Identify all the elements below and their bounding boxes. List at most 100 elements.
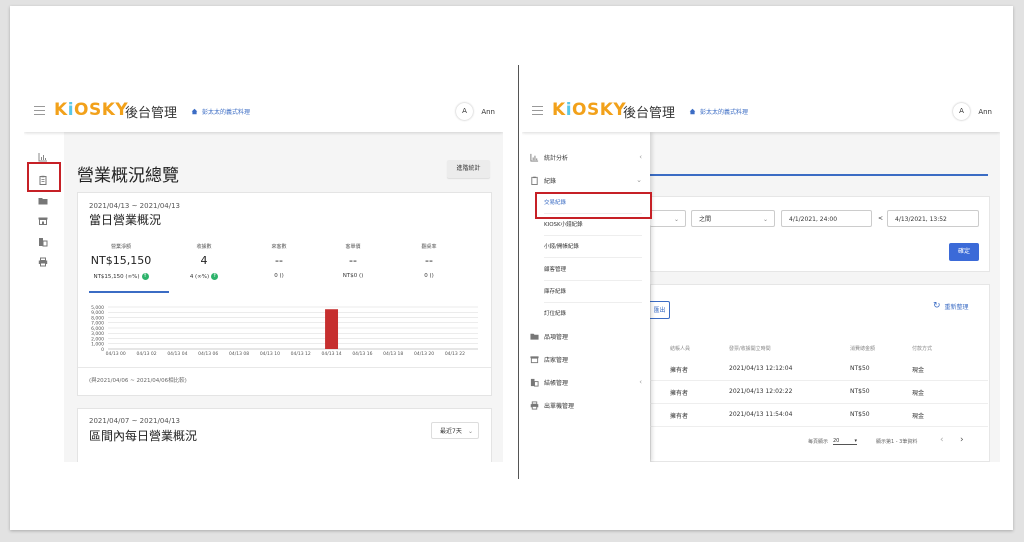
home-icon <box>191 108 198 115</box>
top-bar: KiOSKY 後台管理 彭太太的義式料理 A Ann <box>522 92 1000 132</box>
col-header-time[interactable]: 發票/收據開立時間 <box>729 345 771 352</box>
cell-time: 2021/04/13 11:54:04 <box>729 411 793 418</box>
page-title: 營業概況總覽 <box>77 166 179 186</box>
pager-range: 顯示第1 - 3筆資料 <box>876 439 918 445</box>
kiosky-logo[interactable]: KiOSKY <box>552 100 626 120</box>
operator-select[interactable]: 之間 ⌄ <box>691 210 775 227</box>
stat-turnover[interactable]: 翻桌率 -- 0 () <box>396 243 462 279</box>
nav-store[interactable]: 店家管理 <box>530 350 644 368</box>
screenshot-sheet: KiOSKY 後台管理 彭太太的義式料理 A Ann 營業概況總覽 進階統計 2… <box>10 6 1013 530</box>
nav-printer[interactable]: 出單機管理 <box>530 396 644 414</box>
x-tick-label: 04/13 02 <box>136 351 156 357</box>
x-tick-label: 04/13 22 <box>445 351 465 357</box>
y-tick-label: 2,000 <box>91 336 104 342</box>
stat-avg-spend[interactable]: 客單價 -- NT$0 () <box>320 243 386 279</box>
y-tick-label: 9,000 <box>91 310 104 316</box>
hourly-sales-chart: 01,0002,0003,0006,0007,0008,0009,0005,00… <box>91 305 478 357</box>
chart-icon[interactable] <box>38 152 48 162</box>
menu-icon[interactable] <box>34 106 45 116</box>
export-button[interactable]: 匯出 <box>650 301 670 319</box>
bar <box>325 309 339 349</box>
table-row[interactable]: 擁有者 2021/04/13 11:54:04 NT$50 現金 <box>650 404 988 427</box>
top-bar: KiOSKY 後台管理 彭太太的義式料理 A Ann <box>24 92 503 132</box>
table-row[interactable]: 擁有者 2021/04/13 12:02:22 NT$50 現金 <box>650 381 988 404</box>
store-name: 彭太太的義式料理 <box>700 109 749 116</box>
stat-value: -- <box>275 254 283 267</box>
y-tick-label: 5,000 <box>91 305 104 311</box>
nav-records[interactable]: 紀錄 ⌄ <box>530 171 644 189</box>
tab-indicator <box>650 174 988 176</box>
kiosky-logo[interactable]: KiOSKY <box>54 100 128 120</box>
rows-per-page-label: 每頁顯示 <box>808 439 829 445</box>
stat-receipts[interactable]: 收據數 4 4 (∞%) ↑ <box>171 243 237 280</box>
chevron-left-icon: ‹ <box>639 153 642 161</box>
stat-customers[interactable]: 來客數 -- 0 () <box>246 243 312 279</box>
stat-net-sales[interactable]: 營業淨額 NT$15,150 NT$15,150 (∞%) ↑ <box>88 243 154 280</box>
advanced-stats-button[interactable]: 進階統計 <box>447 160 490 178</box>
y-tick-label: 0 <box>101 347 104 353</box>
printer-icon[interactable] <box>38 257 48 267</box>
col-header-staff[interactable]: 結帳人員 <box>670 345 690 352</box>
menu-icon[interactable] <box>532 106 543 116</box>
refresh-button[interactable]: ↻ 重新整理 <box>933 301 969 311</box>
next-page-icon[interactable]: › <box>960 435 964 445</box>
avatar[interactable]: A <box>456 103 473 120</box>
col-header-amount[interactable]: 消費總金額 <box>850 345 875 352</box>
stat-compare: 0 () <box>424 273 434 279</box>
clipboard-icon <box>531 176 538 185</box>
x-tick-label: 04/13 14 <box>321 351 341 357</box>
stat-value: -- <box>425 254 433 267</box>
date-to-input[interactable]: 4/13/2021, 13:52 <box>887 210 979 227</box>
confirm-button[interactable]: 確定 <box>949 243 979 261</box>
nav-cash-open-records[interactable]: 小錢/開帳紀錄 <box>544 237 642 258</box>
stat-compare: 0 () <box>274 273 284 279</box>
store-name: 彭太太的義式料理 <box>202 109 251 116</box>
cell-pay: 現金 <box>912 413 925 420</box>
nav-reservation-records[interactable]: 訂位紀錄 <box>544 304 642 324</box>
user-name[interactable]: Ann <box>978 108 992 116</box>
stat-label: 翻桌率 <box>421 244 437 250</box>
divider <box>78 367 491 368</box>
arrow-up-icon: ↑ <box>211 273 219 280</box>
building-icon[interactable] <box>38 237 48 247</box>
stat-compare: 4 (∞%) ↑ <box>189 273 219 280</box>
user-name[interactable]: Ann <box>481 108 495 116</box>
nav-items[interactable]: 品項管理 <box>530 327 644 345</box>
active-stat-indicator <box>89 291 169 293</box>
x-tick-label: 04/13 06 <box>198 351 218 357</box>
highlight-box <box>535 192 652 219</box>
chart-icon <box>530 153 539 162</box>
arrow-up-icon: ↑ <box>141 273 149 280</box>
stat-label: 收據數 <box>196 244 212 250</box>
x-tick-label: 04/13 12 <box>291 351 311 357</box>
stat-label: 來客數 <box>271 244 287 250</box>
sidebar: 統計分析 ‹ 紀錄 ⌄ 交易紀錄 KIOSK小錢紀錄 小錢/開帳紀錄 顧客管理 庫存… <box>522 132 650 462</box>
nav-checkout[interactable]: 結帳管理 ‹ <box>530 373 644 391</box>
date-from-input[interactable]: 4/1/2021, 24:00 <box>781 210 872 227</box>
date-range: 2021/04/13 ~ 2021/04/13 <box>89 202 181 210</box>
period-select[interactable]: 最近7天 ⌄ <box>431 422 479 439</box>
rows-per-page-select[interactable]: 20 ▾ <box>833 438 857 445</box>
cell-amount: NT$50 <box>850 388 870 395</box>
nav-customer-management[interactable]: 顧客管理 <box>544 260 642 281</box>
folder-icon[interactable] <box>38 196 48 206</box>
card-title: 當日營業概況 <box>89 213 162 227</box>
chevron-down-icon: ⌄ <box>673 216 679 223</box>
caret-down-icon: ▾ <box>854 438 857 444</box>
store-link[interactable]: 彭太太的義式料理 <box>689 107 748 116</box>
nav-inventory-records[interactable]: 庫存紀錄 <box>544 282 642 303</box>
table-row[interactable]: 擁有者 2021/04/13 12:12:04 NT$50 現金 <box>650 358 988 381</box>
cell-pay: 現金 <box>912 390 925 397</box>
cell-staff: 擁有者 <box>670 390 689 397</box>
refresh-icon: ↻ <box>933 301 941 311</box>
col-header-pay[interactable]: 付款方式 <box>912 345 932 352</box>
store-link[interactable]: 彭太太的義式料理 <box>191 107 250 116</box>
x-tick-label: 04/13 20 <box>414 351 434 357</box>
store-icon[interactable] <box>38 216 48 226</box>
building-icon <box>530 378 539 387</box>
nav-stats[interactable]: 統計分析 ‹ <box>530 148 644 166</box>
filter-field-select[interactable]: ⌄ <box>650 210 686 227</box>
dashboard-panel: KiOSKY 後台管理 彭太太的義式料理 A Ann 營業概況總覽 進階統計 2… <box>24 92 503 462</box>
avatar[interactable]: A <box>953 103 970 120</box>
prev-page-icon[interactable]: ‹ <box>940 435 944 445</box>
